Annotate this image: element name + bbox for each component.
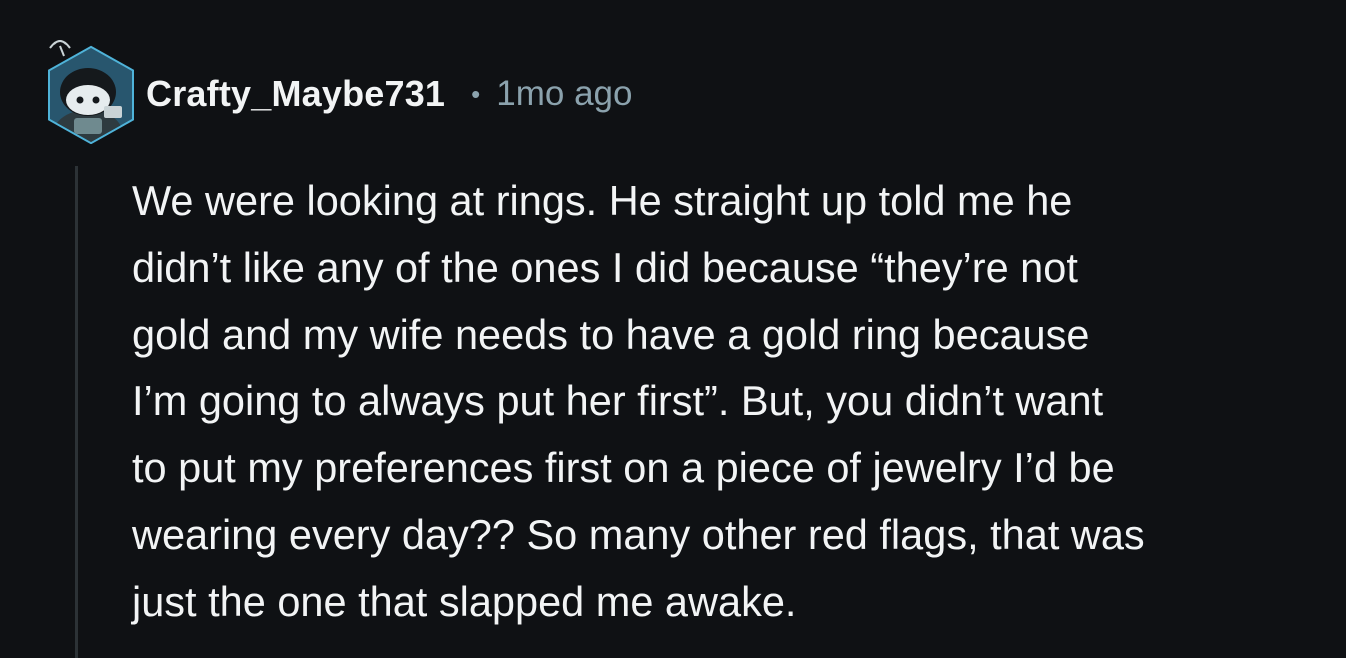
antenna-icon bbox=[49, 40, 71, 57]
avatar[interactable] bbox=[44, 40, 138, 144]
thread-line[interactable] bbox=[75, 166, 78, 658]
comment-header: Crafty_Maybe731 • 1mo ago bbox=[146, 70, 632, 118]
timestamp[interactable]: 1mo ago bbox=[496, 74, 632, 114]
comment-body-line: didn’t like any of the ones I did becaus… bbox=[132, 243, 1078, 291]
username-link[interactable]: Crafty_Maybe731 bbox=[146, 73, 445, 115]
comment-body-line: I’m going to always put her first”. But,… bbox=[132, 377, 1104, 425]
comment-body: We were looking at rings. He straight up… bbox=[132, 168, 1332, 636]
comment-body-line: just the one that slapped me awake. bbox=[132, 577, 797, 625]
comment-body-line: gold and my wife needs to have a gold ri… bbox=[132, 310, 1090, 358]
comment-body-line: wearing every day?? So many other red fl… bbox=[132, 510, 1145, 558]
meta-separator: • bbox=[471, 78, 481, 109]
comment-body-line: We were looking at rings. He straight up… bbox=[132, 177, 1073, 224]
comment: Crafty_Maybe731 • 1mo ago We were lookin… bbox=[0, 0, 1346, 658]
comment-body-line: to put my preferences first on a piece o… bbox=[132, 444, 1115, 492]
